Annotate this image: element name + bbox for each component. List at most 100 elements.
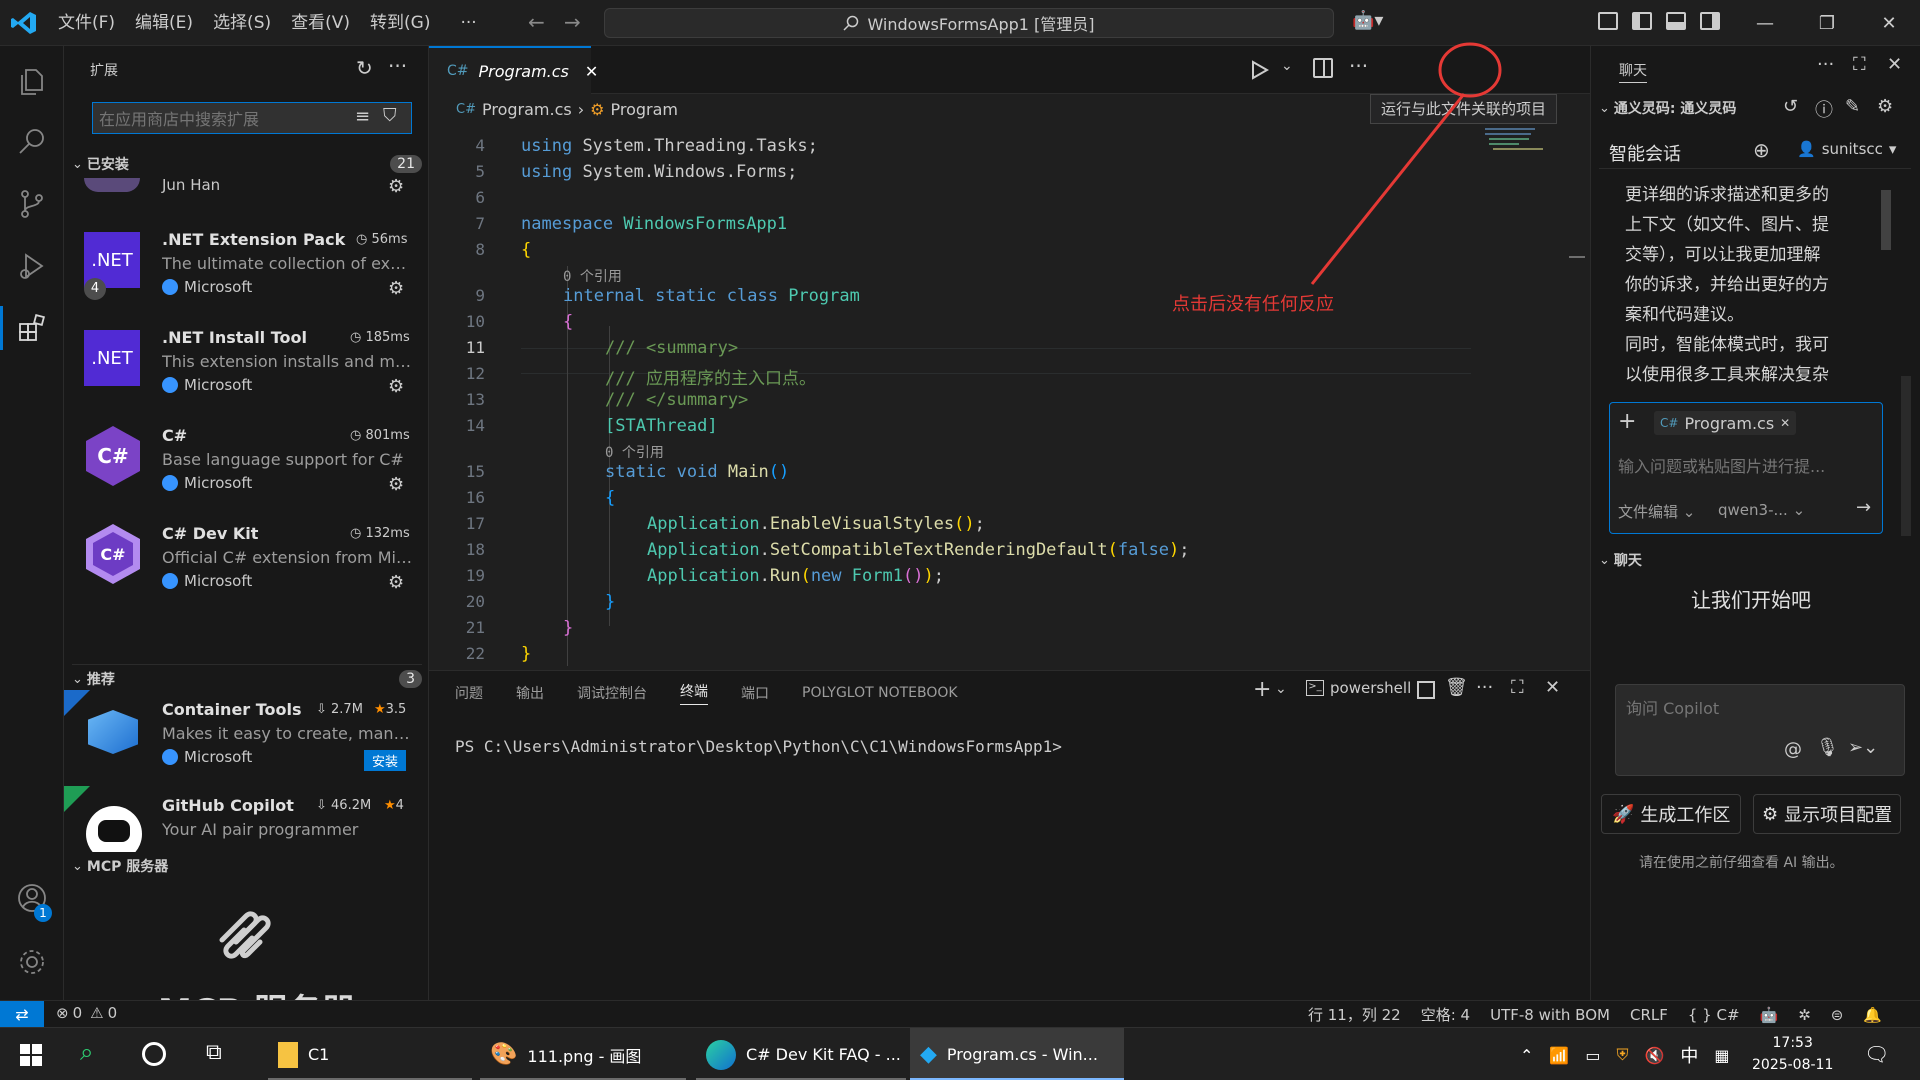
taskbar-item-explorer[interactable]: C1 [268, 1028, 472, 1080]
chat-section-header[interactable]: ⌄ 聊天 [1599, 550, 1919, 570]
installed-section-header[interactable]: ⌄ 已安装 21 [72, 154, 422, 174]
extension-status-icon[interactable]: ⊜ [1831, 1006, 1844, 1024]
mcp-section-header[interactable]: ⌄ MCP 服务器 [72, 856, 422, 876]
remove-chip-icon[interactable]: ✕ [1780, 416, 1790, 430]
line-ending[interactable]: CRLF [1630, 1006, 1668, 1024]
toggle-sidebar-icon[interactable] [1632, 12, 1652, 30]
chat-more-icon[interactable]: ··· [1817, 54, 1834, 75]
taskbar-item-vscode[interactable]: ◆ Program.cs - Win... [910, 1028, 1124, 1080]
volume-muted-icon[interactable]: 🔇 [1644, 1046, 1664, 1065]
editor-tab-program-cs[interactable]: C# Program.cs ✕ [429, 46, 598, 94]
menu-view[interactable]: 查看(V) [281, 0, 360, 46]
task-view-icon[interactable]: ⧉ [206, 1040, 222, 1065]
toggle-panel-icon[interactable] [1666, 12, 1686, 30]
tongyi-section-header[interactable]: ⌄ 通义灵码: 通义灵码 [1599, 98, 1919, 118]
extension-gear-icon[interactable]: ⚙ [388, 572, 404, 593]
forward-arrow-icon[interactable]: → [564, 10, 581, 34]
panel-more-icon[interactable]: ··· [1476, 677, 1493, 698]
context-file-chip[interactable]: C# Program.cs ✕ [1654, 411, 1797, 435]
codelens-references[interactable]: 0 个引用 [605, 442, 664, 462]
extension-gear-icon[interactable]: ⚙ [388, 376, 404, 397]
manage-gear-icon[interactable] [14, 944, 50, 980]
history-icon[interactable]: ↺ [1783, 96, 1798, 117]
battery-icon[interactable]: ▭ [1585, 1046, 1600, 1065]
tray-chevron-up-icon[interactable]: ⌃ [1520, 1046, 1533, 1065]
extension-item[interactable]: GitHub Copilot ⇩ 46.2M ★4 Your AI pair p… [64, 786, 428, 852]
extension-item[interactable]: .NET 4 .NET Extension Pack ◷ 56ms The ul… [64, 218, 428, 314]
terminal-shell-selector[interactable]: >_ powershell [1306, 679, 1411, 697]
tab-debug-console[interactable]: 调试控制台 [577, 683, 647, 703]
close-panel-icon[interactable]: ✕ [1545, 677, 1560, 698]
taskbar-item-paint[interactable]: 🎨 111.png - 画图 [480, 1028, 686, 1080]
run-project-button[interactable] [1240, 50, 1280, 90]
new-chat-icon[interactable]: ⊕ [1753, 138, 1770, 162]
close-tab-icon[interactable]: ✕ [585, 62, 598, 81]
close-window-button[interactable]: ✕ [1858, 0, 1920, 46]
copilot-icon[interactable]: 🤖▾ [1352, 10, 1383, 31]
encoding[interactable]: UTF-8 with BOM [1490, 1006, 1610, 1024]
extension-gear-icon[interactable]: ⚙ [388, 176, 404, 197]
user-menu[interactable]: 👤 sunitscc ▾ [1797, 140, 1896, 158]
ime-grid-icon[interactable]: ▦ [1714, 1046, 1729, 1065]
menu-edit[interactable]: 编辑(E) [125, 0, 203, 46]
notifications-bell-icon[interactable]: 🔔 [1863, 1006, 1882, 1024]
source-control-icon[interactable] [14, 186, 50, 222]
split-terminal-icon[interactable] [1417, 681, 1435, 699]
breadcrumb-class[interactable]: Program [610, 100, 678, 119]
refresh-icon[interactable]: ↻ [356, 56, 373, 80]
send-arrow-icon[interactable]: → [1856, 497, 1871, 518]
add-context-icon[interactable]: + [1618, 409, 1636, 434]
menu-more[interactable]: ··· [440, 0, 486, 46]
tab-ports[interactable]: 端口 [741, 683, 769, 703]
run-dropdown-icon[interactable]: ⌄ [1281, 58, 1293, 74]
run-debug-icon[interactable] [14, 248, 50, 284]
extension-gear-icon[interactable]: ⚙ [388, 278, 404, 299]
tab-polyglot[interactable]: POLYGLOT NOTEBOOK [802, 685, 958, 701]
network-icon[interactable]: 📶 [1549, 1046, 1569, 1065]
maximize-panel-icon[interactable]: ⛶ [1511, 677, 1524, 698]
recommended-section-header[interactable]: ⌄ 推荐 3 [72, 664, 422, 689]
model-dropdown[interactable]: qwen3-... ⌄ [1718, 501, 1805, 519]
tab-problems[interactable]: 问题 [455, 683, 483, 703]
clock[interactable]: 17:53 2025-08-11 [1752, 1032, 1833, 1076]
remote-indicator-icon[interactable]: ⇄ [0, 1001, 44, 1028]
extensions-icon[interactable] [14, 310, 50, 346]
copilot-input[interactable] [1626, 695, 1886, 721]
settings-gear-icon[interactable]: ⚙ [1877, 96, 1893, 117]
edit-mode-dropdown[interactable]: 文件编辑 ⌄ [1618, 501, 1695, 522]
back-arrow-icon[interactable]: ← [528, 10, 545, 34]
extension-item[interactable]: C# C# Dev Kit ◷ 132ms Official C# extens… [64, 512, 428, 608]
taskbar-item-edge[interactable]: C# Dev Kit FAQ - ... [696, 1028, 906, 1080]
security-shield-icon[interactable]: ⛨ [1616, 1045, 1628, 1065]
extension-search-input[interactable] [99, 107, 339, 131]
send-icon[interactable]: ➢⌄ [1848, 737, 1878, 758]
notification-center-icon[interactable]: 🗨 [1864, 1042, 1889, 1066]
problems-status[interactable]: ⊗ 0 ⚠ 0 [56, 1004, 117, 1022]
extension-item[interactable]: C# C# ◷ 801ms Base language support for … [64, 414, 428, 510]
search-icon[interactable] [14, 124, 50, 160]
more-actions-icon[interactable]: ··· [388, 54, 407, 78]
extension-item[interactable]: .NET .NET Install Tool ◷ 185ms This exte… [64, 316, 428, 412]
chat-scrollbar[interactable] [1901, 376, 1911, 536]
tab-terminal[interactable]: 终端 [680, 681, 708, 705]
help-icon[interactable]: ⓘ [1815, 96, 1833, 122]
trash-icon[interactable]: 🗑 [1445, 677, 1468, 698]
generate-workspace-button[interactable]: 🚀 生成工作区 [1601, 794, 1742, 834]
cortana-icon[interactable] [142, 1042, 166, 1066]
feedback-icon[interactable]: ✎ [1845, 96, 1860, 117]
toggle-secondary-sidebar-icon[interactable] [1700, 12, 1720, 30]
show-project-config-button[interactable]: ⚙ 显示项目配置 [1753, 794, 1902, 834]
clear-filter-icon[interactable]: ≡ [355, 106, 370, 127]
customize-layout-icon[interactable] [1598, 12, 1618, 30]
mention-icon[interactable]: @ [1784, 739, 1802, 760]
extension-gear-icon[interactable]: ⚙ [388, 474, 404, 495]
terminal-dropdown-icon[interactable]: ⌄ [1275, 681, 1287, 697]
copilot-status-icon[interactable]: 🤖 [1760, 1006, 1779, 1024]
codelens-references[interactable]: 0 个引用 [563, 266, 622, 286]
restore-button[interactable]: ❐ [1796, 0, 1858, 46]
menu-file[interactable]: 文件(F) [48, 0, 125, 46]
close-chat-icon[interactable]: ✕ [1887, 54, 1902, 75]
minimize-button[interactable]: — [1734, 0, 1796, 46]
menu-selection[interactable]: 选择(S) [203, 0, 281, 46]
search-taskbar-icon[interactable]: ⌕ [80, 1038, 93, 1066]
